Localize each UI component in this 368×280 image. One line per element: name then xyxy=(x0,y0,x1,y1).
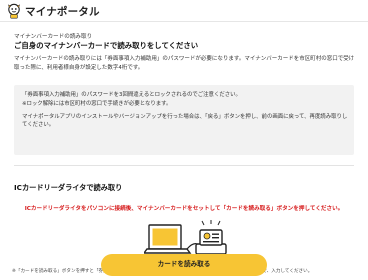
notice-unlock-info: ※ロック解除には市区町村の窓口で手続きが必要となります。 xyxy=(22,101,172,107)
notice-box: 「券面事項入力補助用」のパスワードを3回間違えるとロックされるのでご注意ください… xyxy=(14,85,354,155)
reader-instruction: ICカードリーダライタをパソコンに接続後、マイナンバーカードをセットして「カード… xyxy=(24,206,344,212)
main-content: マイナンバーカードの読み取り ご自身のマイナンバーカードで読み取りをしてください… xyxy=(0,23,368,280)
app-header: マイナポータル xyxy=(0,0,368,22)
notice-lock-warning: 「券面事項入力補助用」のパスワードを3回間違えるとロックされるのでご注意ください… xyxy=(22,92,241,98)
app-title[interactable]: マイナポータル xyxy=(25,4,100,19)
read-card-button[interactable]: カードを読み取る xyxy=(101,254,267,276)
page-title: ご自身のマイナンバーカードで読み取りをしてください xyxy=(14,41,199,50)
mynaportal-logo-icon[interactable] xyxy=(6,3,22,19)
notice-app-update: マイナポータルアプリのインストールやバージョンアップを行った場合は、「戻る」ボタ… xyxy=(22,114,348,128)
section-divider xyxy=(14,165,354,166)
reader-section-title: ICカードリーダライタで読み取り xyxy=(14,183,123,192)
lead-text: マイナンバーカードの読み取りには「券面事項入力補助用」のパスワードが必要になりま… xyxy=(14,56,355,71)
section-caption: マイナンバーカードの読み取り xyxy=(14,34,93,40)
